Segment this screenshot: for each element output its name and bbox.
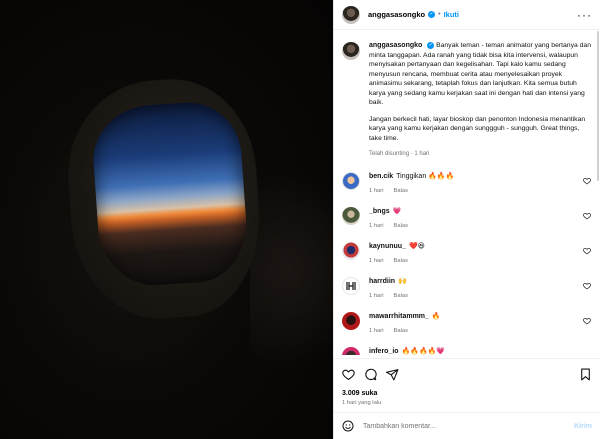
- comment-avatar[interactable]: [342, 206, 360, 225]
- scrollbar-thumb[interactable]: [597, 31, 599, 181]
- verified-badge-icon: ✓: [427, 41, 435, 49]
- comment-text: 💗: [392, 207, 402, 215]
- comment-item: _bngs 💗 1 hari Balas: [334, 200, 600, 235]
- airplane-window-sunset: [89, 99, 251, 289]
- caption: anggasasongko ✓ Banyak teman - teman ani…: [334, 31, 600, 165]
- comment-avatar[interactable]: [342, 241, 360, 260]
- post-header: anggasasongko ✓ • Ikuti ···: [334, 0, 600, 30]
- comment-username[interactable]: kaynunuu_: [369, 243, 406, 250]
- action-bar: 3.009 suka 1 hari yang lalu: [334, 358, 600, 408]
- author-username[interactable]: anggasasongko: [368, 10, 425, 19]
- comment-item: infero_io 🔥🔥🔥🔥💗: [334, 340, 600, 355]
- comment-avatar[interactable]: [342, 311, 360, 330]
- emoji-smiley-icon[interactable]: [342, 420, 354, 432]
- caption-avatar[interactable]: [342, 42, 360, 60]
- comment-like-heart-icon[interactable]: [583, 212, 591, 220]
- comment-text: ❤️😆: [408, 242, 425, 250]
- comment-like-heart-icon[interactable]: [583, 247, 591, 255]
- post-comment-button[interactable]: Kirim: [574, 423, 592, 430]
- caption-meta: Telah disunting · 1 hari: [369, 151, 430, 158]
- comment-item: mawarrhitammm_ 🔥 1 hari Balas: [334, 305, 600, 340]
- comment-item: harrdiin 🙌 1 hari Balas: [334, 270, 600, 305]
- comment-username[interactable]: ben.cik: [369, 173, 393, 180]
- comment-bubble-icon[interactable]: [364, 368, 377, 381]
- verified-badge-icon: ✓: [428, 11, 436, 18]
- separator-dot: •: [438, 11, 441, 18]
- comments-scroll-area[interactable]: anggasasongko ✓ Banyak teman - teman ani…: [334, 31, 600, 355]
- author-avatar[interactable]: [342, 5, 360, 24]
- caption-paragraph-1: Banyak teman - teman animator yang berta…: [369, 42, 591, 107]
- like-count[interactable]: 3.009 suka: [342, 390, 592, 397]
- reply-button[interactable]: Balas: [394, 188, 409, 194]
- comment-composer: Kirim: [334, 412, 600, 439]
- more-horizontal-icon[interactable]: ···: [577, 8, 592, 22]
- like-heart-icon[interactable]: [342, 368, 355, 381]
- comment-item: ben.cik Tinggikan 🔥🔥🔥 1 hari Balas: [334, 165, 600, 200]
- comment-username[interactable]: mawarrhitammm_: [369, 313, 429, 320]
- post-image: [0, 0, 333, 439]
- reply-button[interactable]: Balas: [394, 328, 409, 334]
- comment-like-heart-icon[interactable]: [583, 282, 591, 290]
- comment-item: kaynunuu_ ❤️😆 1 hari Balas: [334, 235, 600, 270]
- comment-avatar[interactable]: [342, 346, 360, 355]
- bookmark-icon[interactable]: [579, 368, 592, 381]
- comment-username[interactable]: infero_io: [369, 348, 399, 355]
- comment-avatar[interactable]: [342, 276, 360, 295]
- comment-time: 1 hari: [369, 222, 384, 229]
- comment-avatar[interactable]: [342, 171, 360, 190]
- comment-time: 1 hari: [369, 292, 384, 299]
- seat-shadow: [250, 170, 333, 370]
- caption-body: anggasasongko ✓ Banyak teman - teman ani…: [369, 41, 592, 159]
- reply-button[interactable]: Balas: [394, 258, 409, 264]
- scrollbar[interactable]: [597, 31, 599, 355]
- comment-like-heart-icon[interactable]: [583, 317, 591, 325]
- comment-username[interactable]: _bngs: [369, 208, 390, 215]
- follow-button[interactable]: Ikuti: [444, 10, 459, 19]
- comment-username[interactable]: harrdiin: [369, 278, 395, 285]
- comment-time: 1 hari: [369, 257, 384, 264]
- share-send-icon[interactable]: [386, 368, 399, 381]
- logo-mark-icon: [346, 281, 356, 290]
- comment-text: 🙌: [398, 277, 407, 285]
- comment-text: 🔥🔥🔥🔥💗: [401, 347, 446, 355]
- reply-button[interactable]: Balas: [394, 223, 409, 229]
- caption-paragraph-2: Jangan berkecil hati, layar bioskop dan …: [369, 115, 586, 142]
- comment-text: Tinggikan 🔥🔥🔥: [396, 172, 455, 180]
- comment-time: 1 hari: [369, 187, 384, 194]
- comment-time: 1 hari: [369, 327, 384, 334]
- comment-like-heart-icon[interactable]: [583, 177, 591, 185]
- comment-input[interactable]: [363, 422, 575, 430]
- post-panel: anggasasongko ✓ • Ikuti ··· anggasasongk…: [333, 0, 600, 439]
- caption-username[interactable]: anggasasongko: [369, 42, 422, 49]
- comment-text: 🔥: [431, 312, 441, 320]
- reply-button[interactable]: Balas: [394, 293, 409, 299]
- post-time: 1 hari yang lalu: [342, 400, 382, 406]
